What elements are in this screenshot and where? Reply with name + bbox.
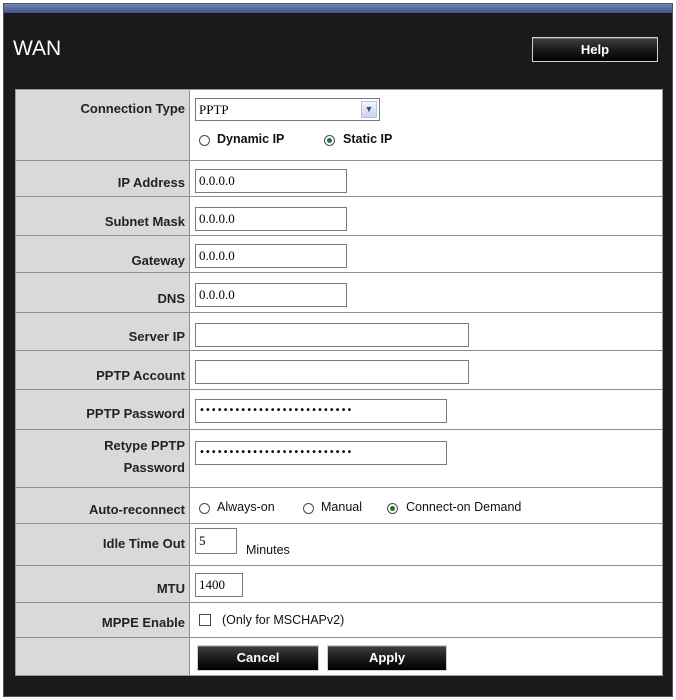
pptp-account-label: PPTP Account <box>16 351 190 389</box>
gateway-label: Gateway <box>16 236 190 272</box>
ip-address-label: IP Address <box>16 161 190 196</box>
subnet-mask-input[interactable] <box>195 207 347 231</box>
pptp-password-label: PPTP Password <box>16 390 190 429</box>
idle-time-out-label: Idle Time Out <box>16 524 190 565</box>
mppe-enable-note: (Only for MSCHAPv2) <box>222 613 345 627</box>
mppe-enable-label: MPPE Enable <box>16 603 190 637</box>
radio-connect-on-demand[interactable] <box>387 503 398 514</box>
retype-pptp-password-label: Retype PPTP Password <box>16 430 190 487</box>
row-pptp-account: PPTP Account <box>16 351 662 390</box>
radio-static-ip-label: Static IP <box>343 132 393 146</box>
row-subnet-mask: Subnet Mask <box>16 197 662 236</box>
row-connection-type: Connection Type PPTP ▼ Dynamic IP Static… <box>16 90 662 161</box>
row-ip-address: IP Address <box>16 161 662 197</box>
retype-pptp-password-input[interactable]: •••••••••••••••••••••••••• <box>195 441 447 465</box>
dns-input[interactable] <box>195 283 347 307</box>
window-top-bar <box>4 4 672 13</box>
dns-label: DNS <box>16 273 190 312</box>
row-server-ip: Server IP <box>16 313 662 351</box>
radio-manual[interactable] <box>303 503 314 514</box>
row-pptp-password: PPTP Password •••••••••••••••••••••••••• <box>16 390 662 430</box>
connection-type-label: Connection Type <box>16 90 190 160</box>
subnet-mask-label: Subnet Mask <box>16 197 190 235</box>
row-idle-time-out: Idle Time Out Minutes <box>16 524 662 566</box>
row-auto-reconnect: Auto-reconnect Always-on Manual Connect-… <box>16 488 662 524</box>
pptp-account-input[interactable] <box>195 360 469 384</box>
ip-address-input[interactable] <box>195 169 347 193</box>
auto-reconnect-label: Auto-reconnect <box>16 488 190 523</box>
row-gateway: Gateway <box>16 236 662 273</box>
row-actions: Cancel Apply <box>16 638 662 675</box>
connection-type-value: PPTP ▼ Dynamic IP Static IP <box>190 90 662 160</box>
radio-dynamic-ip-label: Dynamic IP <box>217 132 285 146</box>
wan-window: WAN Help Connection Type PPTP ▼ Dynamic … <box>3 3 673 697</box>
page-title: WAN <box>13 37 62 60</box>
chevron-down-icon[interactable]: ▼ <box>361 101 377 118</box>
apply-button[interactable]: Apply <box>327 645 447 671</box>
cancel-button[interactable]: Cancel <box>197 645 319 671</box>
row-retype-pptp-password: Retype PPTP Password •••••••••••••••••••… <box>16 430 662 488</box>
gateway-input[interactable] <box>195 244 347 268</box>
idle-time-out-input[interactable] <box>195 528 237 554</box>
help-button[interactable]: Help <box>532 37 658 62</box>
row-mppe-enable: MPPE Enable (Only for MSCHAPv2) <box>16 603 662 638</box>
row-mtu: MTU <box>16 566 662 603</box>
pptp-password-input[interactable]: •••••••••••••••••••••••••• <box>195 399 447 423</box>
connection-type-select[interactable]: PPTP ▼ <box>195 98 380 121</box>
wan-settings-form: Connection Type PPTP ▼ Dynamic IP Static… <box>15 89 663 676</box>
radio-always-on-label: Always-on <box>217 500 275 514</box>
mppe-enable-checkbox[interactable] <box>199 614 211 626</box>
radio-dynamic-ip[interactable] <box>199 135 210 146</box>
mtu-input[interactable] <box>195 573 243 597</box>
connection-type-selected: PPTP <box>199 102 229 117</box>
server-ip-label: Server IP <box>16 313 190 350</box>
actions-label-cell <box>16 638 190 675</box>
radio-manual-label: Manual <box>321 500 362 514</box>
server-ip-input[interactable] <box>195 323 469 347</box>
radio-always-on[interactable] <box>199 503 210 514</box>
idle-time-out-unit: Minutes <box>246 543 290 557</box>
radio-static-ip[interactable] <box>324 135 335 146</box>
row-dns: DNS <box>16 273 662 313</box>
radio-connect-on-demand-label: Connect-on Demand <box>406 500 522 514</box>
mtu-label: MTU <box>16 566 190 602</box>
